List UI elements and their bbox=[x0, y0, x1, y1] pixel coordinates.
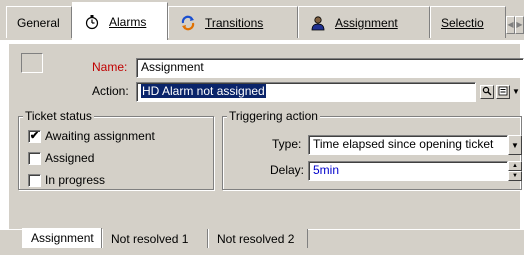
checkbox-row-in-progress[interactable]: In progress bbox=[28, 173, 105, 187]
in-progress-label: In progress bbox=[45, 173, 106, 187]
cycle-arrows-icon bbox=[179, 14, 197, 32]
tab-scroll-arrows: ◀ ▶ bbox=[506, 16, 524, 34]
tab-transitions-label: Transitions bbox=[205, 15, 264, 30]
chevron-down-icon: ▼ bbox=[511, 140, 519, 150]
bottom-strip bbox=[0, 248, 524, 255]
tab-general[interactable]: General bbox=[6, 6, 72, 38]
chevron-up-icon: ▲ bbox=[512, 163, 518, 169]
chevron-down-icon[interactable]: ▼ bbox=[512, 87, 520, 96]
name-field[interactable]: Assignment bbox=[136, 58, 524, 78]
delay-label: Delay: bbox=[270, 163, 305, 177]
bottom-tab-assignment[interactable]: Assignment bbox=[22, 228, 102, 249]
magnifier-icon bbox=[482, 86, 492, 98]
delay-field[interactable]: 5min bbox=[308, 161, 508, 181]
delay-down-button[interactable]: ▼ bbox=[508, 171, 522, 181]
tab-scroll-right-button[interactable]: ▶ bbox=[515, 16, 524, 34]
awaiting-label: Awaiting assignment bbox=[45, 129, 155, 143]
person-icon bbox=[309, 14, 327, 32]
stopwatch-icon bbox=[83, 13, 101, 31]
bottom-tab-not-resolved-1[interactable]: Not resolved 1 bbox=[102, 229, 208, 249]
action-value: HD Alarm not assigned bbox=[141, 84, 266, 98]
type-value: Time elapsed since opening ticket bbox=[313, 137, 494, 151]
delay-up-button[interactable]: ▲ bbox=[508, 161, 522, 171]
triggering-action-title: Triggering action bbox=[227, 109, 320, 123]
bottom-tab-assignment-label: Assignment bbox=[31, 231, 94, 245]
type-select[interactable]: Time elapsed since opening ticket bbox=[308, 135, 508, 155]
tab-general-label: General bbox=[17, 15, 60, 30]
awaiting-checkbox[interactable]: ✔ bbox=[28, 129, 41, 143]
tab-scroll-left-button[interactable]: ◀ bbox=[506, 16, 515, 34]
tab-alarms-label: Alarms bbox=[109, 14, 147, 29]
type-dropdown-button[interactable]: ▼ bbox=[508, 135, 522, 155]
ticket-status-title: Ticket status bbox=[23, 109, 94, 123]
assigned-checkbox[interactable] bbox=[28, 151, 41, 165]
details-button[interactable] bbox=[496, 85, 510, 99]
bottom-tab-not-resolved-1-label: Not resolved 1 bbox=[111, 231, 189, 246]
action-label: Action: bbox=[92, 84, 129, 98]
name-label: Name: bbox=[92, 60, 128, 74]
bottom-tab-not-resolved-2[interactable]: Not resolved 2 bbox=[208, 229, 308, 249]
tab-selection-label: Selectio bbox=[441, 15, 484, 30]
name-value: Assignment bbox=[141, 60, 204, 74]
checkbox-row-awaiting[interactable]: ✔ Awaiting assignment bbox=[28, 129, 155, 143]
search-button[interactable] bbox=[480, 85, 494, 99]
bottom-tab-not-resolved-2-label: Not resolved 2 bbox=[217, 231, 295, 246]
form-details-icon bbox=[498, 86, 508, 98]
tab-assignment-label: Assignment bbox=[335, 15, 398, 30]
tab-transitions[interactable]: Transitions bbox=[168, 6, 298, 38]
alarm-image-placeholder[interactable] bbox=[21, 53, 43, 73]
action-field[interactable]: HD Alarm not assigned bbox=[136, 82, 476, 102]
in-progress-checkbox[interactable] bbox=[28, 173, 41, 187]
tab-assignment[interactable]: Assignment bbox=[298, 6, 430, 38]
tab-alarms[interactable]: Alarms bbox=[72, 2, 168, 40]
delay-value: 5min bbox=[313, 163, 340, 177]
checkbox-row-assigned[interactable]: Assigned bbox=[28, 151, 94, 165]
delay-spinner[interactable]: ▲ ▼ bbox=[508, 161, 522, 181]
type-label: Type: bbox=[272, 137, 302, 151]
tab-strip: General Alarms Transitions Assignment Se… bbox=[0, 0, 524, 40]
assigned-label: Assigned bbox=[45, 151, 95, 165]
chevron-down-icon: ▼ bbox=[512, 173, 518, 179]
tab-selection[interactable]: Selectio bbox=[430, 6, 506, 38]
